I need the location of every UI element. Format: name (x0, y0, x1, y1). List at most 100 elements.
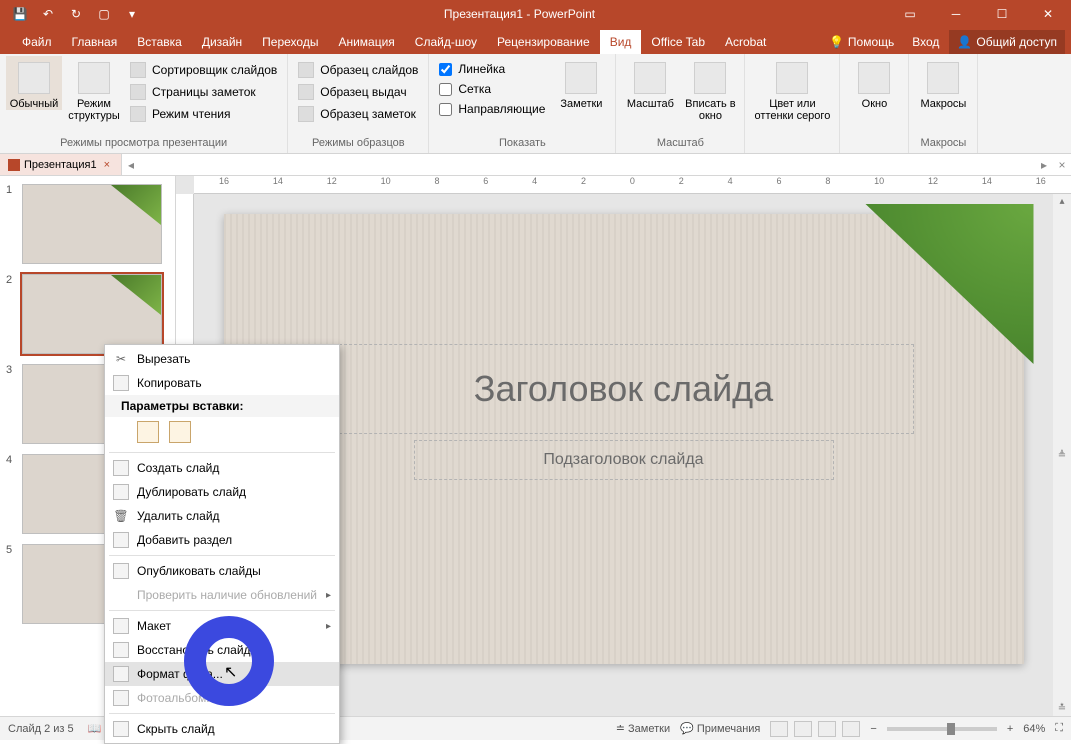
comments-toggle[interactable]: 💬 Примечания (680, 722, 760, 735)
paste-picture-icon[interactable] (169, 421, 191, 443)
slide[interactable]: Заголовок слайда Подзаголовок слайда (224, 214, 1024, 664)
bulb-icon: 💡 (829, 35, 844, 49)
start-from-beginning-icon[interactable]: ▢ (92, 2, 116, 26)
close-icon[interactable]: ✕ (1025, 0, 1071, 28)
reading-view-button[interactable]: Режим чтения (126, 104, 281, 124)
zoom-button[interactable]: Масштаб (622, 56, 678, 110)
tab-insert[interactable]: Вставка (127, 30, 192, 54)
zoom-level[interactable]: 64% (1023, 723, 1045, 735)
ribbon-options-icon[interactable]: ▭ (887, 0, 933, 28)
sorter-view-icon[interactable] (794, 721, 812, 737)
notes-master-button[interactable]: Образец заметок (294, 104, 422, 124)
window-icon (858, 62, 890, 94)
color-grayscale-button[interactable]: Цвет или оттенки серого (751, 56, 833, 122)
zoom-icon (634, 62, 666, 94)
reset-icon (113, 642, 129, 658)
slide-thumbnail[interactable] (22, 274, 162, 354)
reading-view-icon[interactable] (818, 721, 836, 737)
help-button[interactable]: 💡Помощь (821, 30, 902, 54)
ctx-paste-options (105, 417, 339, 449)
ctx-hide-slide[interactable]: Скрыть слайд (105, 717, 339, 741)
ctx-add-section[interactable]: Добавить раздел (105, 528, 339, 552)
document-tab-bar: Презентация1 × ◂ ▸ × (0, 154, 1071, 176)
person-icon: 👤 (957, 35, 972, 49)
document-tab[interactable]: Презентация1 × (0, 154, 122, 175)
share-button[interactable]: 👤Общий доступ (949, 30, 1065, 54)
tab-acrobat[interactable]: Acrobat (715, 30, 776, 54)
group-presentation-views-label: Режимы просмотра презентации (6, 135, 281, 151)
slide-master-button[interactable]: Образец слайдов (294, 60, 422, 80)
slideshow-view-icon[interactable] (842, 721, 860, 737)
tab-file[interactable]: Файл (12, 30, 62, 54)
ctx-delete-slide[interactable]: 🗑Удалить слайд (105, 504, 339, 528)
redo-icon[interactable]: ↻ (64, 2, 88, 26)
vertical-scrollbar[interactable]: ▴ ≜ ≛ (1053, 194, 1071, 716)
window-button[interactable]: Окно (846, 56, 902, 110)
group-show-label: Показать (435, 135, 609, 151)
signin-button[interactable]: Вход (904, 30, 947, 54)
macros-button[interactable]: Макросы (915, 56, 971, 110)
tab-home[interactable]: Главная (62, 30, 128, 54)
zoom-out-icon[interactable]: − (870, 723, 876, 735)
slide-sorter-button[interactable]: Сортировщик слайдов (126, 60, 281, 80)
quick-access-toolbar: 💾 ↶ ↻ ▢ ▾ (0, 2, 152, 26)
ctx-publish-slides[interactable]: Опубликовать слайды (105, 559, 339, 583)
slide-counter[interactable]: Слайд 2 из 5 (8, 723, 74, 735)
tab-close-pane-icon[interactable]: × (1053, 154, 1071, 175)
ctx-new-slide[interactable]: Создать слайд (105, 456, 339, 480)
zoom-slider[interactable] (887, 727, 997, 731)
qat-dropdown-icon[interactable]: ▾ (120, 2, 144, 26)
delete-icon: 🗑 (113, 508, 129, 524)
next-slide-icon[interactable]: ≛ (1058, 703, 1066, 714)
tab-scroll-left-icon[interactable]: ◂ (122, 154, 140, 175)
slide-thumbnail[interactable] (22, 184, 162, 264)
tab-design[interactable]: Дизайн (192, 30, 252, 54)
notes-toggle[interactable]: ≐ Заметки (616, 722, 670, 735)
subtitle-placeholder[interactable]: Подзаголовок слайда (414, 440, 834, 480)
minimize-icon[interactable]: ─ (933, 0, 979, 28)
handout-master-button[interactable]: Образец выдач (294, 82, 422, 102)
tab-officetab[interactable]: Office Tab (641, 30, 715, 54)
ribbon: Обычный Режим структуры Сортировщик слай… (0, 54, 1071, 154)
tab-view[interactable]: Вид (600, 30, 642, 54)
tab-review[interactable]: Рецензирование (487, 30, 600, 54)
maximize-icon[interactable]: ☐ (979, 0, 1025, 28)
chevron-right-icon: ▸ (326, 621, 331, 632)
handout-master-icon (298, 84, 314, 100)
title-placeholder[interactable]: Заголовок слайда (334, 344, 914, 434)
paste-keep-formatting-icon[interactable] (137, 421, 159, 443)
close-tab-icon[interactable]: × (101, 159, 113, 171)
prev-slide-icon[interactable]: ≜ (1058, 450, 1066, 461)
gridlines-checkbox[interactable]: Сетка (435, 80, 549, 98)
save-icon[interactable]: 💾 (8, 2, 32, 26)
normal-view-button[interactable]: Обычный (6, 56, 62, 110)
outline-view-icon (78, 62, 110, 94)
notes-pane-button[interactable]: Заметки (553, 56, 609, 110)
ctx-format-background[interactable]: Формат фона... (105, 662, 339, 686)
undo-icon[interactable]: ↶ (36, 2, 60, 26)
tab-animation[interactable]: Анимация (328, 30, 404, 54)
tab-transitions[interactable]: Переходы (252, 30, 328, 54)
ctx-copy[interactable]: Копировать (105, 371, 339, 395)
tab-slideshow[interactable]: Слайд-шоу (405, 30, 487, 54)
format-bg-icon (113, 666, 129, 682)
ctx-photo-album: Фотоальбом... (105, 686, 339, 710)
zoom-in-icon[interactable]: + (1007, 723, 1013, 735)
ctx-cut[interactable]: ✂Вырезать (105, 347, 339, 371)
ctx-duplicate-slide[interactable]: Дублировать слайд (105, 480, 339, 504)
ctx-layout[interactable]: Макет▸ (105, 614, 339, 638)
fit-to-window-button[interactable]: Вписать в окно (682, 56, 738, 122)
notes-page-button[interactable]: Страницы заметок (126, 82, 281, 102)
tab-scroll-right-icon[interactable]: ▸ (1035, 154, 1053, 175)
scroll-up-icon[interactable]: ▴ (1059, 196, 1064, 207)
spellcheck-icon[interactable]: 📖 (88, 722, 102, 735)
ruler-checkbox[interactable]: Линейка (435, 60, 549, 78)
outline-view-button[interactable]: Режим структуры (66, 56, 122, 122)
ctx-reset-slide[interactable]: Восстановить слайд (105, 638, 339, 662)
ribbon-tabs: Файл Главная Вставка Дизайн Переходы Ани… (0, 28, 1071, 54)
guides-checkbox[interactable]: Направляющие (435, 100, 549, 118)
fit-to-window-icon[interactable]: ⛶ (1055, 722, 1063, 735)
normal-view-icon[interactable] (770, 721, 788, 737)
photo-album-icon (113, 690, 129, 706)
title-bar: 💾 ↶ ↻ ▢ ▾ Презентация1 - PowerPoint ▭ ─ … (0, 0, 1071, 28)
